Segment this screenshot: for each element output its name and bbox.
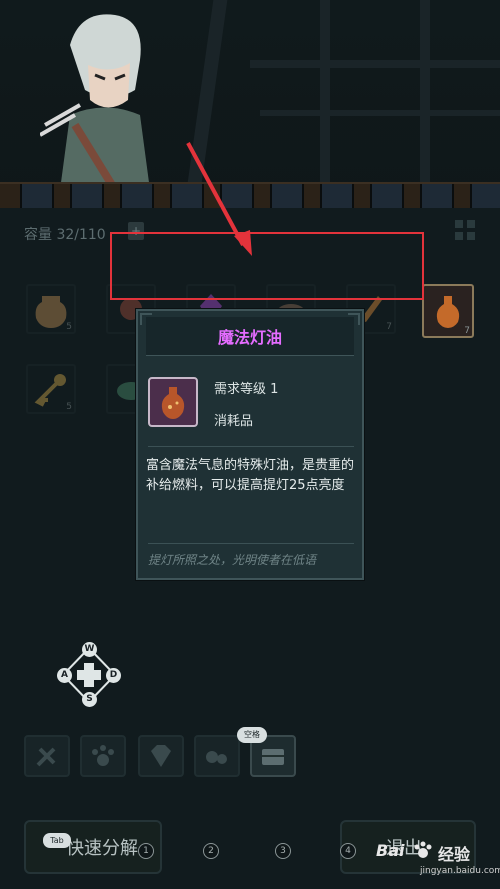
frame-corner [348,313,360,325]
paw-icon [92,745,114,766]
tooltip-title: 魔法灯油 [146,317,354,356]
key-w[interactable]: W [82,642,97,657]
sort-icon[interactable] [453,218,477,242]
divider [148,446,354,447]
key-s[interactable]: S [82,692,97,707]
item-tooltip: 魔法灯油 需求等级 1 消耗品 富含魔法气息的特殊灯油，是贵重的补给燃料，可以提… [136,309,364,580]
item-description: 富含魔法气息的特殊灯油，是贵重的补给燃料，可以提高提灯25点亮度 [146,458,355,493]
inventory-slot[interactable]: 5 [26,364,76,414]
item-type: 消耗品 [214,414,254,429]
divider [148,543,354,544]
materials-icon [206,751,227,764]
tools-icon [36,747,56,767]
game-scene-background [0,0,500,200]
watermark-brand: Bai [376,841,405,860]
capacity-label: 容量 32/110 [24,227,106,243]
paw-logo-icon [414,841,432,858]
hint-key-1: 1 [138,843,154,859]
frame-corner [140,313,152,325]
key-a[interactable]: A [57,668,72,683]
item-count: 5 [66,322,72,332]
item-requirement: 需求等级 1 [214,382,279,397]
tab-key-hint: Tab [43,833,71,848]
hint-key-3: 3 [275,843,291,859]
character-portrait [40,14,150,190]
tab-pets[interactable] [80,735,126,777]
space-key-hint: 空格 [237,727,267,743]
gem-icon [151,745,171,767]
watermark-suffix: 经验 [438,845,471,864]
watermark-url: jingyan.baidu.com [420,866,500,876]
baidu-watermark: Bai 经验 jingyan.baidu.com [370,835,500,885]
inventory-slot[interactable]: 5 [26,284,76,334]
hint-key-4: 4 [340,843,356,859]
item-flavor-text: 提灯所照之处，光明使者在低语 [148,553,317,567]
tab-materials[interactable] [194,735,240,777]
key-d[interactable]: D [106,668,121,683]
inventory-slot-selected[interactable]: 7 [422,284,474,338]
item-count: 5 [66,402,72,412]
highlight-box [110,232,424,300]
tab-tools[interactable] [24,735,70,777]
dpad-control[interactable]: W A D S [55,642,125,708]
tab-gems[interactable] [138,735,184,777]
hint-key-2: 2 [203,843,219,859]
item-count: 7 [464,326,470,336]
oil-flask-icon [148,377,198,427]
item-count: 7 [386,322,392,332]
quick-decompose-label: 快速分解 [66,838,138,859]
